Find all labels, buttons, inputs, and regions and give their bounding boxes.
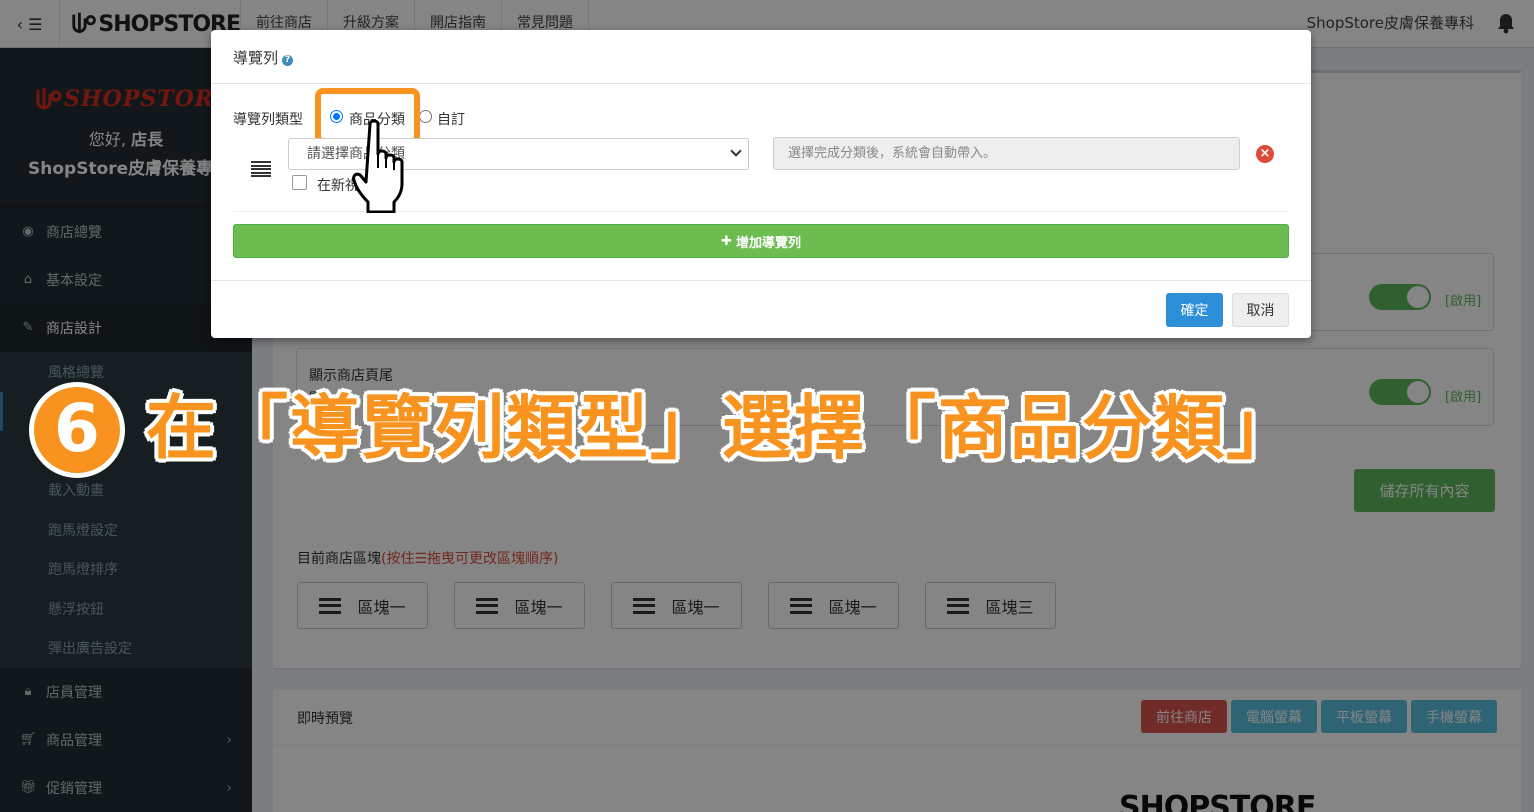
navbar-type-label: 導覽列類型 bbox=[233, 112, 303, 128]
cancel-button[interactable]: 取消 bbox=[1232, 293, 1289, 327]
radio-custom[interactable] bbox=[419, 110, 432, 123]
question-circle-icon[interactable]: ? bbox=[282, 55, 294, 66]
add-navbar-button[interactable]: ✚ 增加導覽列 bbox=[233, 224, 1289, 258]
auto-url-input: 選擇完成分類後，系統會自動帶入。 bbox=[773, 137, 1240, 170]
radio-custom-label[interactable]: 自訂 bbox=[437, 109, 465, 129]
drag-handle-icon[interactable] bbox=[251, 161, 271, 177]
hand-pointer-icon bbox=[352, 119, 404, 213]
chevron-down-icon bbox=[730, 145, 742, 157]
modal-footer bbox=[211, 280, 1311, 338]
modal-header: 導覽列? bbox=[211, 30, 1311, 84]
step-number-badge: 6 bbox=[29, 382, 125, 478]
step-instruction: 在「導覽列類型」選擇「商品分類」 bbox=[146, 387, 1298, 469]
confirm-button[interactable]: 確定 bbox=[1166, 293, 1223, 327]
modal-title-text: 導覽列 bbox=[233, 49, 279, 67]
modal-title: 導覽列? bbox=[233, 47, 294, 68]
new-window-checkbox[interactable] bbox=[292, 175, 307, 190]
remove-row-icon[interactable]: × bbox=[1256, 145, 1274, 163]
plus-icon: ✚ bbox=[721, 233, 732, 249]
add-navbar-label: 增加導覽列 bbox=[735, 235, 801, 251]
